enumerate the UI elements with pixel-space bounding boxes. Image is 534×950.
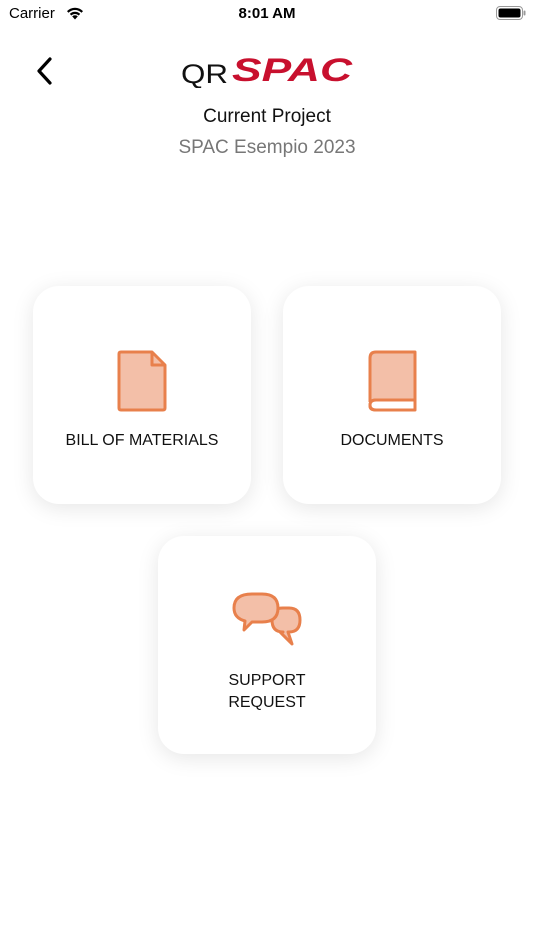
qrspac-logo: QR SPAC [181, 54, 353, 88]
support-request-button[interactable]: SUPPORT REQUEST [158, 536, 376, 754]
status-bar: Carrier 8:01 AM [0, 0, 534, 30]
support-request-label: SUPPORT REQUEST [158, 670, 376, 714]
documents-button[interactable]: DOCUMENTS [283, 286, 501, 504]
support-request-label-line1: SUPPORT [228, 672, 306, 689]
support-request-label-line2: REQUEST [228, 694, 306, 711]
book-icon [368, 350, 417, 412]
status-time: 8:01 AM [238, 5, 296, 22]
documents-label: DOCUMENTS [340, 432, 444, 449]
back-button[interactable] [30, 54, 62, 88]
current-project-heading: Current Project [203, 106, 331, 127]
chat-bubbles-icon [232, 592, 302, 646]
battery-icon [496, 6, 526, 20]
logo-brand: SPAC [232, 54, 353, 88]
chevron-left-icon [37, 57, 52, 85]
bill-of-materials-button[interactable]: BILL OF MATERIALS [33, 286, 251, 504]
document-icon [117, 350, 167, 412]
logo-prefix: QR [181, 59, 228, 88]
project-name: SPAC Esempio 2023 [178, 137, 356, 158]
bill-of-materials-label: BILL OF MATERIALS [65, 432, 219, 449]
